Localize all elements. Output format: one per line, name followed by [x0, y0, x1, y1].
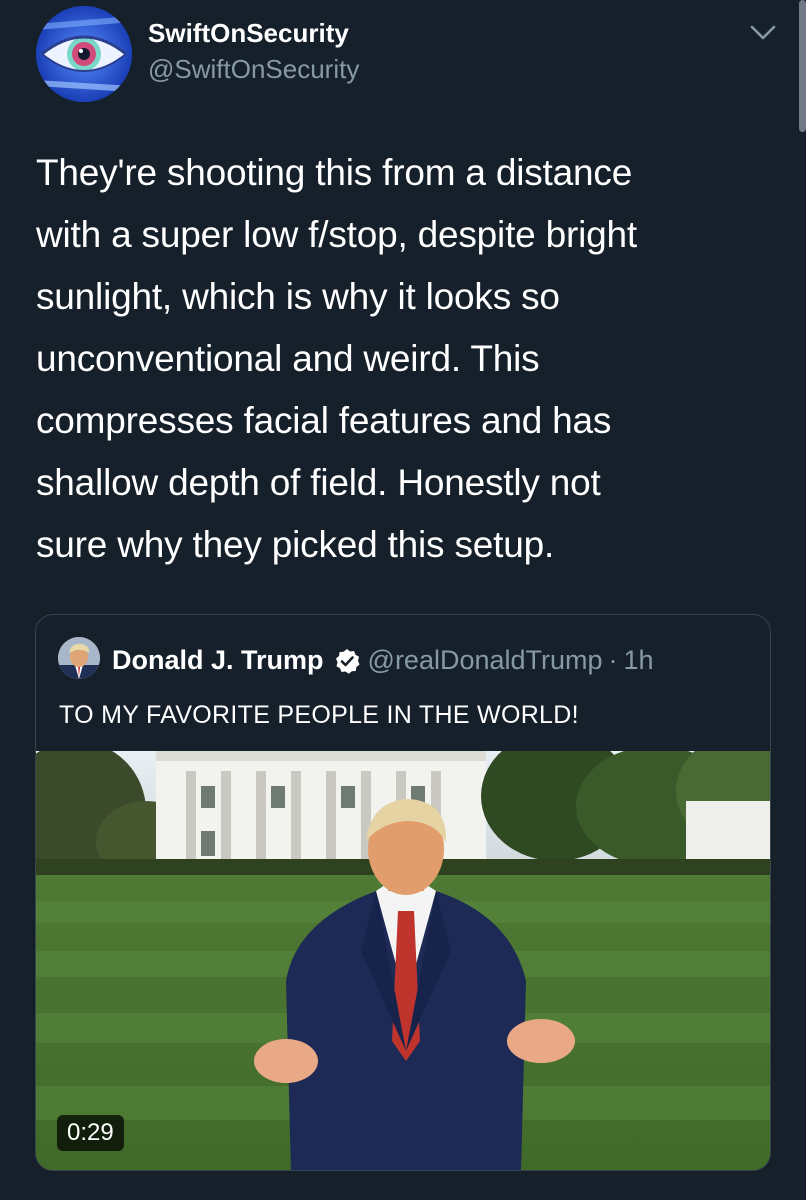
- quoted-tweet-text: TO MY FAVORITE PEOPLE IN THE WORLD!: [59, 701, 579, 729]
- quoted-timestamp[interactable]: 1h: [624, 645, 654, 676]
- video-player[interactable]: 0:29: [36, 751, 770, 1170]
- video-thumbnail: [36, 751, 770, 1170]
- verified-badge-icon: [334, 648, 360, 674]
- author-handle[interactable]: @SwiftOnSecurity: [148, 54, 359, 85]
- tweet-text: They're shooting this from a distance wi…: [36, 152, 637, 565]
- quoted-author-name[interactable]: Donald J. Trump: [112, 645, 324, 676]
- quoted-author-handle[interactable]: @realDonaldTrump: [368, 645, 603, 676]
- chevron-down-icon[interactable]: [748, 20, 778, 46]
- scrollbar[interactable]: [799, 0, 806, 132]
- quoted-tweet-card[interactable]: Donald J. Trump @realDonaldTrump · 1h TO…: [35, 614, 771, 1171]
- author-name[interactable]: SwiftOnSecurity: [148, 18, 349, 49]
- quoted-tweet-header: Donald J. Trump @realDonaldTrump · 1h: [112, 645, 654, 676]
- portrait-avatar-icon: [58, 637, 100, 679]
- eye-logo-icon: [36, 6, 132, 102]
- tweet-header: SwiftOnSecurity @SwiftOnSecurity: [0, 0, 806, 110]
- quoted-author-avatar[interactable]: [58, 637, 100, 679]
- author-avatar[interactable]: [36, 6, 132, 102]
- video-duration-badge: 0:29: [57, 1115, 124, 1151]
- meta-separator: ·: [608, 645, 618, 675]
